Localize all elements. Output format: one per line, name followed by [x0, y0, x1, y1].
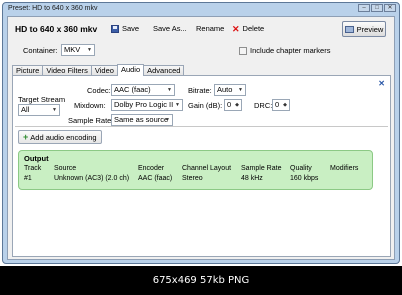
cell-sample-rate: 48 kHz — [241, 175, 263, 182]
chevron-down-icon: ▼ — [165, 117, 170, 123]
preview-label: Preview — [356, 24, 384, 34]
header-sample-rate: Sample Rate — [241, 165, 282, 172]
gain-label: Gain (dB): — [188, 101, 223, 110]
rename-label: Rename — [196, 24, 225, 33]
cell-channel-layout: Stereo — [182, 175, 203, 182]
header-modifiers: Modifiers — [330, 165, 359, 172]
bitrate-value: Auto — [217, 85, 233, 94]
stepper-icon: ◆ — [283, 102, 287, 108]
target-stream-label: Target Stream — [18, 95, 66, 104]
header-encoder: Encoder — [138, 165, 165, 172]
container-value: MKV — [64, 45, 81, 54]
drc-value: 0 — [275, 100, 280, 109]
window-controls: – □ ✕ — [357, 4, 396, 12]
chapter-markers-label: Include chapter markers — [250, 46, 331, 55]
save-icon — [111, 24, 119, 33]
target-stream-select[interactable]: All ▼ — [18, 104, 60, 116]
samplerate-label: Sample Rate: — [68, 116, 114, 125]
image-caption: 675x469 57kb PNG — [152, 275, 250, 286]
add-audio-label: Add audio encoding — [30, 132, 97, 142]
save-as-button[interactable]: Save As... — [153, 24, 187, 33]
header-channel-layout: Channel Layout — [182, 165, 232, 172]
preset-window: Preset: HD to 640 x 360 mkv – □ ✕ HD to … — [2, 2, 400, 264]
drc-stepper[interactable]: 0 ◆ — [272, 99, 290, 111]
maximize-button[interactable]: □ — [371, 4, 383, 12]
container-row: Container: MKV ▼ Include chapter markers — [8, 43, 394, 57]
preset-name: HD to 640 x 360 mkv — [15, 24, 98, 34]
minimize-button[interactable]: – — [358, 4, 370, 12]
checkbox-box[interactable] — [239, 46, 247, 55]
mixdown-value: Dolby Pro Logic II — [114, 100, 174, 109]
cell-encoder: AAC (faac) — [138, 175, 173, 182]
rename-button[interactable]: Rename — [196, 24, 224, 33]
stepper-icon: ◆ — [235, 102, 239, 108]
samplerate-select[interactable]: Same as source ▼ — [111, 114, 173, 126]
codec-select[interactable]: AAC (faac) ▼ — [111, 84, 175, 96]
client-area: HD to 640 x 360 mkv Save Save As... Rena… — [7, 16, 395, 260]
gain-stepper[interactable]: 0 ◆ — [224, 99, 242, 111]
close-icon[interactable]: ✕ — [378, 79, 385, 88]
plus-icon: + — [23, 132, 29, 142]
chevron-down-icon: ▼ — [238, 87, 243, 93]
delete-label: Delete — [242, 24, 265, 33]
header-quality: Quality — [290, 165, 312, 172]
image-caption-bar: 675x469 57kb PNG — [0, 266, 402, 295]
toolbar: HD to 640 x 360 mkv Save Save As... Rena… — [8, 21, 394, 37]
chevron-down-icon: ▼ — [167, 87, 172, 93]
cell-track: #1 — [24, 175, 32, 182]
window-title: Preset: HD to 640 x 360 mkv — [8, 5, 98, 12]
gain-value: 0 — [227, 100, 232, 109]
divider — [15, 126, 388, 127]
bitrate-label: Bitrate: — [188, 86, 212, 95]
preview-button[interactable]: Preview — [342, 21, 386, 37]
output-panel: Output Track Source Encoder Channel Layo… — [18, 150, 373, 190]
delete-button[interactable]: ✕ Delete — [232, 24, 264, 33]
save-label: Save — [122, 24, 140, 33]
add-audio-encoding-button[interactable]: + Add audio encoding — [18, 130, 102, 144]
mixdown-label: Mixdown: — [74, 101, 106, 110]
chevron-down-icon: ▼ — [52, 107, 57, 113]
codec-value: AAC (faac) — [114, 85, 151, 94]
chapter-markers-checkbox[interactable]: Include chapter markers — [239, 46, 330, 55]
cell-quality: 160 kbps — [290, 175, 319, 182]
save-button[interactable]: Save — [111, 24, 139, 33]
container-label: Container: — [23, 46, 58, 55]
samplerate-value: Same as source — [114, 115, 169, 124]
container-select[interactable]: MKV ▼ — [61, 44, 95, 56]
audio-panel: ✕ Target Stream All ▼ Codec: AAC (faac) … — [12, 75, 391, 257]
save-as-label: Save As... — [153, 24, 187, 33]
delete-icon: ✕ — [232, 23, 240, 34]
window-titlebar[interactable]: Preset: HD to 640 x 360 mkv – □ ✕ — [3, 3, 399, 15]
target-stream-value: All — [21, 105, 30, 114]
bitrate-select[interactable]: Auto ▼ — [214, 84, 246, 96]
output-title: Output — [24, 154, 49, 163]
header-track: Track — [24, 165, 42, 172]
mixdown-select[interactable]: Dolby Pro Logic II ▼ — [111, 99, 183, 111]
preview-icon — [344, 25, 354, 33]
cell-source: Unknown (AC3) (2.0 ch) — [54, 175, 130, 182]
chevron-down-icon: ▼ — [87, 47, 92, 53]
close-window-button[interactable]: ✕ — [384, 4, 396, 12]
chevron-down-icon: ▼ — [175, 102, 180, 108]
tab-audio[interactable]: Audio — [116, 64, 145, 76]
drc-label: DRC: — [254, 101, 273, 110]
codec-label: Codec: — [87, 86, 111, 95]
header-source: Source — [54, 165, 77, 172]
